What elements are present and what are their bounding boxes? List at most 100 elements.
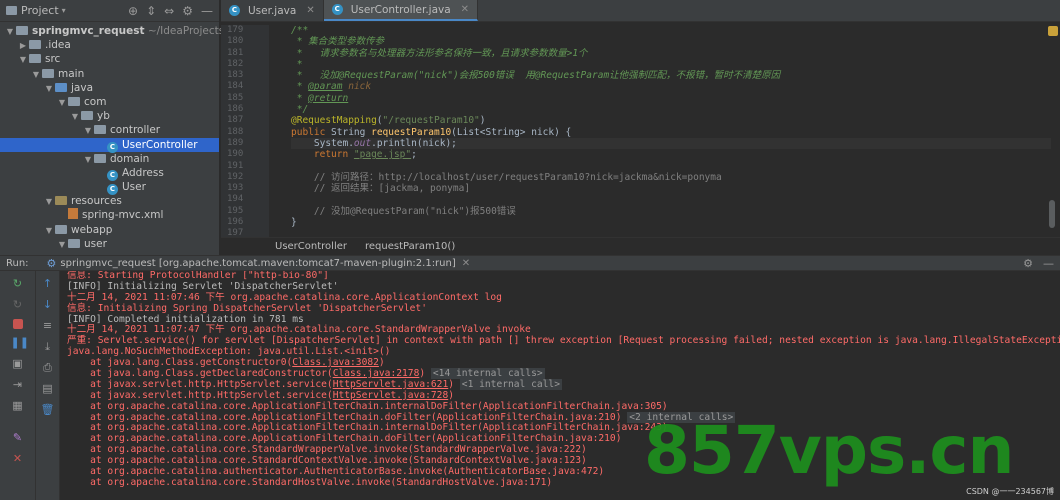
chevron-down-icon[interactable]: ▼ [56,238,68,252]
exit-icon[interactable]: ⇥ [11,378,25,392]
line-number: 196 [227,217,244,228]
tab-bar: C User.java ✕ C UserController.java ✕ [221,0,1060,22]
stacktrace-link[interactable]: HttpServlet.java:728 [333,390,449,401]
chevron-down-icon[interactable]: ▼ [82,124,94,138]
stop-icon[interactable] [12,319,23,329]
chevron-right-icon[interactable]: ▶ [17,39,29,53]
filter-icon[interactable]: ▤ [41,382,55,396]
folder-icon [55,224,67,234]
tree-item[interactable]: ▼ springmvc_request ~/IdeaProjects/spr [0,24,244,39]
stacktrace-link[interactable]: HttpServlet.java:621 [333,379,449,390]
tree-item[interactable]: ▼ controller [0,123,219,137]
tree-item[interactable]: C UserController [0,137,219,153]
tree-item[interactable]: ▼ main [0,67,219,81]
tree-item[interactable]: C Address [0,166,219,181]
rerun-failed-icon[interactable]: ↻ [11,298,25,312]
tree-item[interactable]: ▼ yb [0,109,219,123]
run-config-tab[interactable]: springmvc_request [org.apache.tomcat.mav… [60,258,455,269]
expand-icon[interactable]: ⇔ [164,4,174,18]
chevron-down-icon[interactable]: ▼ [56,96,68,110]
tree-item[interactable]: ▼ src [0,52,219,66]
console-text: at org.apache.catalina.core.ApplicationF… [67,411,622,423]
line-number: 185 [227,92,244,103]
folder-icon [55,82,67,92]
code-area[interactable]: /** * 集合类型参数传参 * 请求参数名与处理器方法形参名保持一致，且请求参… [291,25,1051,237]
tree-item[interactable]: ▼ resources [0,194,219,208]
rerun-icon[interactable]: ↻ [11,277,25,291]
line-number: 186 [227,104,244,115]
console-text: java.lang.NoSuchMethodException: java.ut… [67,346,391,358]
chevron-down-icon[interactable]: ▼ [43,224,55,238]
tree-item-label: Address [122,166,164,179]
close-icon[interactable]: ✕ [461,4,469,15]
layout-icon[interactable]: ▦ [11,399,25,413]
chevron-down-icon[interactable]: ▼ [43,82,55,96]
chevron-down-icon[interactable]: ▼ [30,68,42,82]
soft-wrap-icon[interactable]: ≡ [41,319,55,333]
editor-scrollbar[interactable] [1049,200,1055,228]
line-number: 183 [227,70,244,81]
internal-calls-fold[interactable]: <14 internal calls> [430,368,545,380]
gear-icon[interactable]: ⚙ [182,4,193,18]
folder-icon [81,111,93,121]
close-run-icon[interactable]: ✕ [11,452,25,466]
collapse-icon[interactable]: ⇕ [146,4,156,18]
console-text: at javax.servlet.http.HttpServlet.servic… [67,378,333,390]
tree-item[interactable]: C User [0,180,219,196]
tree-item[interactable]: spring-mvc.xml [0,208,219,222]
hide-icon[interactable]: — [201,4,213,18]
tree-item[interactable]: ▼ webapp [0,223,219,237]
breadcrumb: UserController requestParam10() [221,237,1060,255]
print-icon[interactable]: ⎙ [41,361,55,375]
close-icon[interactable]: ✕ [306,5,314,16]
project-title[interactable]: Project [21,4,59,17]
hide-icon[interactable]: — [1043,257,1054,270]
breadcrumb-method[interactable]: requestParam10() [365,241,455,252]
pin-icon[interactable]: ✎ [11,431,25,445]
console-text: ) [419,368,426,380]
xml-file-icon [68,208,78,220]
tree-item[interactable]: ▶ .idea [0,38,219,52]
chevron-down-icon[interactable]: ▼ [17,53,29,67]
chevron-down-icon[interactable]: ▼ [43,195,55,209]
tree-item[interactable]: ▼ com [0,95,219,109]
console-text: 信息: Starting ProtocolHandler ["http-bio-… [67,271,329,281]
editor: C User.java ✕ C UserController.java ✕ 17… [221,0,1060,255]
class-icon: C [229,5,240,16]
locate-icon[interactable]: ⊕ [128,4,138,18]
warning-icon[interactable] [1048,26,1058,36]
tree-item[interactable]: ▼ java [0,81,219,95]
run-header: Run: ⚙ springmvc_request [org.apache.tom… [0,255,1060,271]
arrow-down-icon[interactable]: ↓ [41,298,55,312]
trash-icon[interactable]: 🗑 [41,403,55,417]
tab-usercontroller-java[interactable]: C UserController.java ✕ [323,0,479,21]
tab-user-java[interactable]: C User.java ✕ [221,0,324,21]
console-text: at java.lang.Class.getConstructor0( [67,357,293,369]
chevron-down-icon[interactable]: ▾ [62,6,66,15]
chevron-down-icon[interactable]: ▼ [69,110,81,124]
breadcrumb-class[interactable]: UserController [275,241,347,252]
chevron-down-icon[interactable]: ▼ [4,25,16,39]
scroll-to-end-icon[interactable]: ⤓ [41,340,55,354]
stacktrace-link[interactable]: Class.java:3082 [292,357,379,368]
dump-threads-icon[interactable]: ▣ [11,357,25,371]
run-toolbar: ↻ ↻ ❚❚ ▣ ⇥ ▦ ✎ ✕ [0,271,36,500]
tree-item[interactable]: ▼ domain [0,152,219,166]
close-icon[interactable]: ✕ [462,258,470,269]
stacktrace-link[interactable]: Class.java:2178 [333,368,420,379]
chevron-down-icon[interactable]: ▼ [82,153,94,167]
folder-icon [94,125,106,135]
tree-item-label: webapp [71,223,113,236]
internal-calls-fold[interactable]: <1 internal call> [459,378,562,390]
console-text: 严重: Servlet.service() for servlet [Dispa… [67,335,1060,347]
folder-icon [29,54,41,64]
folder-icon [29,40,41,50]
tree-item[interactable]: ▼ user [0,237,219,251]
project-tree: ▼ springmvc_request ~/IdeaProjects/spr ▶ .i… [0,22,244,251]
arrow-up-icon[interactable]: ↑ [41,277,55,291]
pause-icon[interactable]: ❚❚ [11,336,29,350]
line-number: 187 [227,115,244,126]
console-text: ) [448,378,455,390]
tab-label: UserController.java [350,3,451,16]
gear-icon[interactable]: ⚙ [1023,257,1033,270]
